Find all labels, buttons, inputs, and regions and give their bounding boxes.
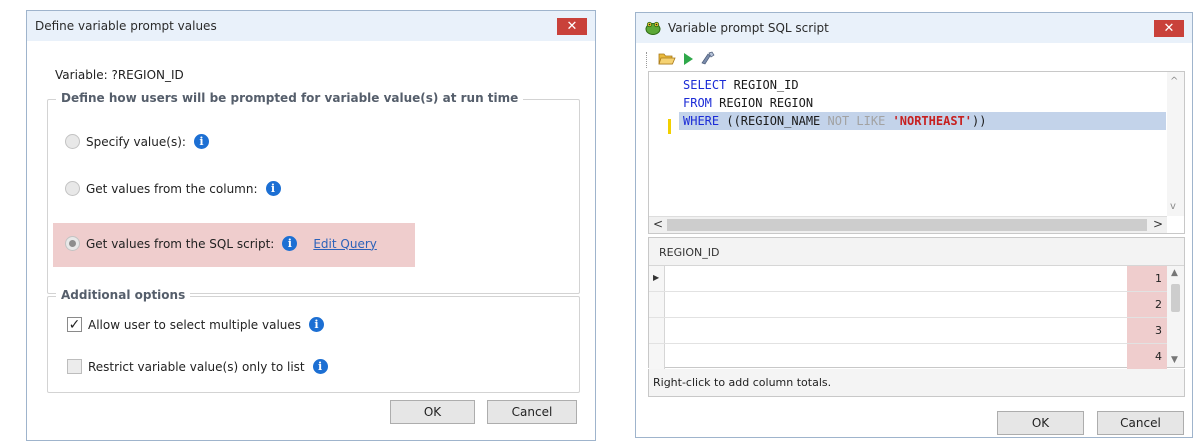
status-text: Right-click to add column totals. [653,376,832,389]
editor-horizontal-scrollbar[interactable]: < > [649,216,1167,233]
info-icon[interactable]: i [193,134,209,149]
code-line-2: FROM REGION REGION [683,96,814,110]
ok-button[interactable]: OK [390,400,475,424]
check-label: Restrict variable value(s) only to list [88,359,305,374]
option-get-from-column[interactable]: Get values from the column: i [65,181,281,196]
variable-prompt-sql-dialog: Variable prompt SQL script ✕ SELECT REGI… [635,12,1193,438]
row-selector[interactable] [649,292,665,317]
row-pointer-icon: ▶ [653,273,660,282]
ok-button[interactable]: OK [997,411,1084,435]
info-icon[interactable]: i [309,317,325,332]
group-legend-additional: Additional options [56,288,191,302]
grid-header: REGION_ID [649,238,1184,266]
scroll-thumb[interactable] [1171,284,1180,312]
dialog-titlebar: Define variable prompt values ✕ [27,11,595,41]
variable-line: Variable: ?REGION_ID [55,68,184,82]
row-number: 2 [1127,292,1167,317]
variable-label: Variable: [55,68,108,82]
cancel-button[interactable]: Cancel [1097,411,1184,435]
info-icon[interactable]: i [265,181,281,196]
checkbox-allow-multiple[interactable]: ✓ [67,317,82,332]
info-icon[interactable]: i [282,236,298,251]
current-line-marker [668,119,671,134]
close-button[interactable]: ✕ [557,18,587,35]
app-frog-icon [644,20,662,36]
check-restrict-to-list[interactable]: Restrict variable value(s) only to list … [67,359,328,374]
dialog-title: Variable prompt SQL script [668,21,829,35]
chevron-down-icon[interactable]: v [1170,201,1176,212]
check-allow-multiple[interactable]: ✓ Allow user to select multiple values i [67,317,325,332]
table-row[interactable]: 4 [649,344,1184,370]
close-icon: ✕ [1163,21,1175,36]
format-icon[interactable] [700,51,716,69]
row-selector[interactable] [649,344,665,370]
column-header-region-id[interactable]: REGION_ID [659,246,719,259]
results-grid[interactable]: REGION_ID ▶ 1 2 3 4 ▲ ▼ [648,237,1185,370]
cancel-button[interactable]: Cancel [487,400,577,424]
close-button[interactable]: ✕ [1154,20,1184,37]
chevron-right-icon[interactable]: > [1153,217,1163,231]
code-line-1: SELECT REGION_ID [683,78,799,92]
edit-query-link[interactable]: Edit Query [313,237,377,251]
checkbox-restrict-to-list[interactable] [67,359,82,374]
row-selector[interactable] [649,318,665,343]
sql-editor[interactable]: SELECT REGION_ID FROM REGION REGION WHER… [648,71,1185,234]
grid-vertical-scrollbar[interactable]: ▲ ▼ [1167,266,1184,367]
additional-options-group: Additional options [47,288,580,393]
table-row[interactable]: ▶ 1 [649,266,1184,292]
run-icon[interactable] [682,52,694,69]
open-folder-icon[interactable] [658,51,676,69]
radio-get-from-sql[interactable] [65,236,80,251]
row-number: 3 [1127,318,1167,343]
toolbar-grip [646,52,648,68]
row-selector[interactable]: ▶ [649,266,665,291]
variable-name: ?REGION_ID [111,68,184,82]
chevron-up-icon[interactable]: ^ [1170,76,1178,87]
group-legend-prompt-method: Define how users will be prompted for va… [56,91,524,105]
status-bar: Right-click to add column totals. [648,369,1185,397]
close-icon: ✕ [566,19,578,34]
sql-toolbar [646,51,716,69]
radio-get-from-column[interactable] [65,181,80,196]
table-row[interactable]: 3 [649,318,1184,344]
chevron-up-icon[interactable]: ▲ [1171,268,1178,278]
define-variable-prompt-dialog: Define variable prompt values ✕ Variable… [26,10,596,441]
editor-vertical-scrollbar[interactable]: ^ v [1167,72,1184,216]
option-label: Specify value(s): [86,134,186,149]
option-specify-values[interactable]: Specify value(s): i [65,134,209,149]
option-label: Get values from the column: [86,181,258,196]
row-number: 1 [1127,266,1167,291]
radio-specify-values[interactable] [65,134,80,149]
row-number: 4 [1127,344,1167,370]
option-label: Get values from the SQL script: [86,236,275,251]
dialog-titlebar: Variable prompt SQL script ✕ [636,13,1192,43]
info-icon[interactable]: i [312,359,328,374]
chevron-left-icon[interactable]: < [653,217,663,231]
table-row[interactable]: 2 [649,292,1184,318]
check-label: Allow user to select multiple values [88,317,302,332]
chevron-down-icon[interactable]: ▼ [1171,355,1178,365]
dialog-title: Define variable prompt values [35,19,217,33]
scroll-thumb[interactable] [667,219,1147,231]
option-get-from-sql[interactable]: Get values from the SQL script: i Edit Q… [65,236,377,251]
code-line-3: WHERE ((REGION_NAME NOT LIKE 'NORTHEAST'… [679,112,1166,130]
